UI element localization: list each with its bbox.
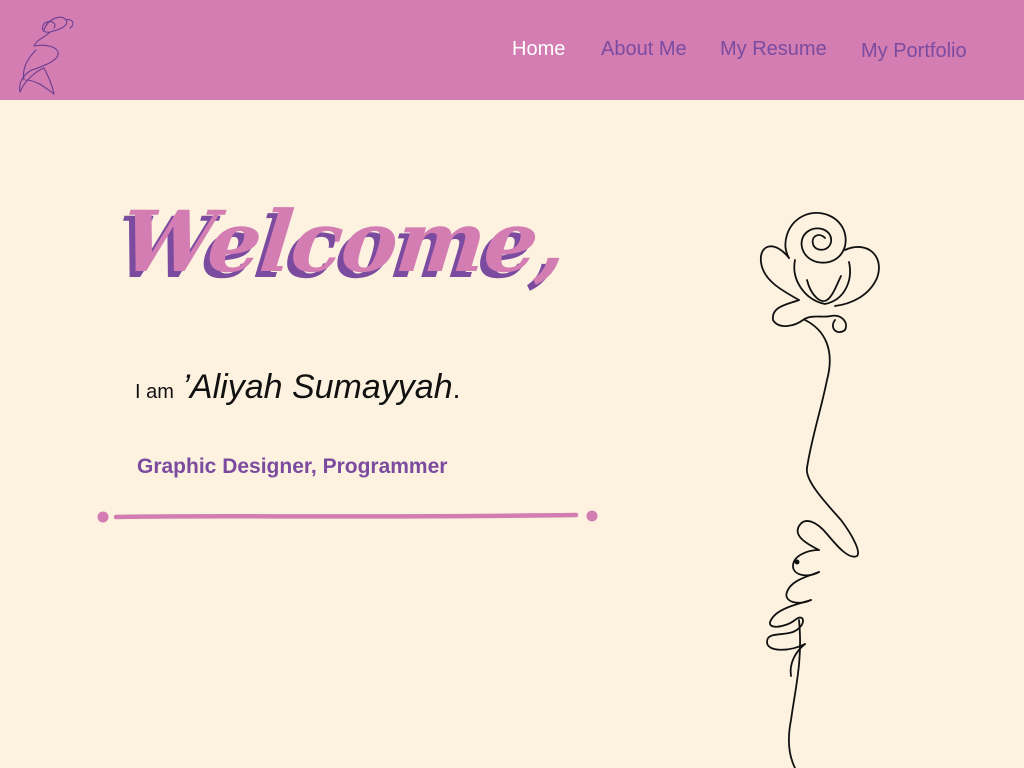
nav-about-me-link[interactable]: About Me — [601, 38, 687, 61]
butterfly-logo-icon[interactable] — [14, 10, 80, 98]
welcome-heading: Welcome, Welcome, — [111, 192, 571, 332]
owner-name: ’Aliyah Sumayyah — [182, 368, 453, 406]
welcome-heading-text: Welcome, — [116, 192, 571, 291]
name-period: . — [452, 373, 461, 404]
nav-my-portfolio-link[interactable]: My Portfolio — [861, 40, 967, 63]
intro-prefix: I am — [135, 381, 174, 403]
rose-signature-illustration-icon — [760, 212, 880, 768]
role-subtitle: Graphic Designer, Programmer — [137, 455, 448, 478]
intro-line: I am ’Aliyah Sumayyah. — [135, 368, 460, 407]
nav-my-resume-link[interactable]: My Resume — [720, 38, 827, 61]
decorative-divider — [97, 510, 598, 523]
site-header: Home About Me My Resume My Portfolio — [0, 0, 1024, 100]
nav-home-link[interactable]: Home — [512, 38, 565, 61]
